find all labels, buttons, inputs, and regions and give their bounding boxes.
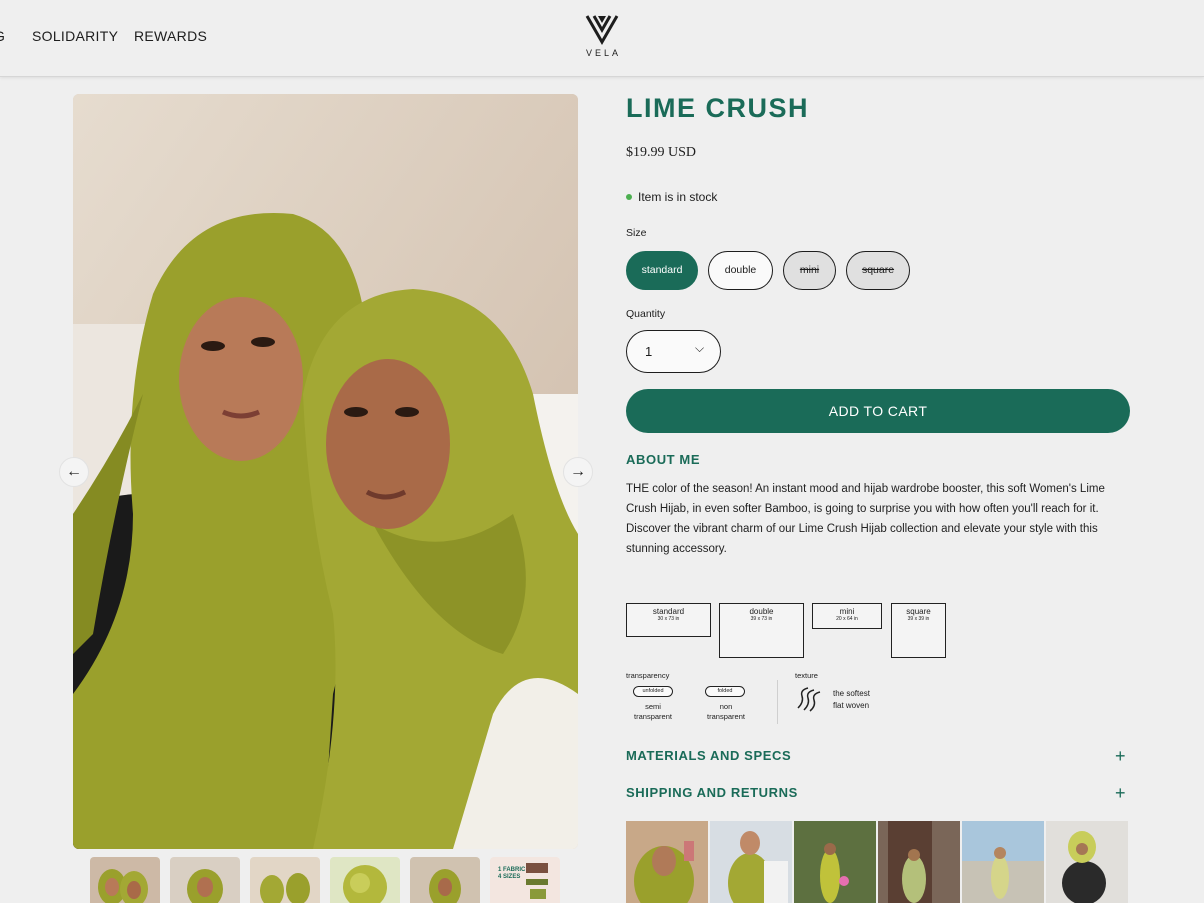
product-title: LIME CRUSH [626, 93, 809, 123]
in-stock-dot-icon [626, 193, 632, 200]
thumbnail-4[interactable] [330, 857, 400, 903]
gallery-next-button[interactable]: → [563, 457, 593, 487]
size-guide-dims: 39 x 73 in [750, 616, 773, 622]
quantity-select[interactable]: 1 ⌵ [626, 330, 721, 373]
texture-description: the softest flat woven [833, 689, 870, 710]
folded-pill: folded [705, 686, 745, 697]
semi-transparent-caption: semi transparent [634, 702, 672, 721]
thumbnail-3[interactable] [250, 857, 320, 903]
stock-text: Item is in stock [638, 190, 718, 204]
gallery-prev-button[interactable]: ← [59, 457, 89, 487]
size-guide-name: mini [839, 607, 855, 616]
thumbnail-2[interactable] [170, 857, 240, 903]
main-product-image[interactable] [73, 94, 578, 849]
thumbnail-6[interactable]: 1 FABRIC 4 SIZES [490, 857, 560, 903]
customer-photo-strip [626, 821, 1130, 903]
size-option-standard[interactable]: standard [626, 251, 698, 290]
texture-weave-icon [797, 687, 821, 712]
customer-photo-1[interactable] [626, 821, 708, 903]
quantity-label: Quantity [626, 308, 666, 320]
size-guide-double: double 39 x 73 in [719, 603, 804, 658]
logo-wordmark: VELA [585, 48, 621, 58]
chevron-down-icon: ⌵ [695, 341, 705, 355]
nav-link-rewards[interactable]: REWARDS [134, 28, 207, 44]
about-description: THE color of the season! An instant mood… [626, 483, 1105, 555]
size-option-square[interactable]: square [846, 251, 910, 290]
add-to-cart-button[interactable]: ADD TO CART [626, 389, 1130, 433]
stock-status: Item is in stock [626, 190, 717, 204]
accordion-materials-title[interactable]: MATERIALS AND SPECS [626, 748, 791, 763]
unfolded-pill: unfolded [633, 686, 673, 697]
size-option-mini[interactable]: mini [783, 251, 836, 290]
texture-label: texture [795, 671, 818, 680]
customer-photo-5[interactable] [962, 821, 1044, 903]
customer-photo-3[interactable] [794, 821, 876, 903]
size-guide-standard: standard 30 x 73 in [626, 603, 711, 637]
plus-icon[interactable]: + [1115, 746, 1126, 767]
customer-photo-2[interactable] [710, 821, 792, 903]
nav-link-solidarity[interactable]: SOLIDARITY [32, 28, 118, 44]
non-transparent-caption: non transparent [707, 702, 745, 721]
size-guide-dims: 20 x 64 in [836, 616, 858, 622]
product-price: $19.99 USD [626, 145, 697, 160]
thumbnail-5[interactable] [410, 857, 480, 903]
size-guide-square: square 39 x 39 in [891, 603, 946, 658]
customer-photo-6[interactable] [1046, 821, 1128, 903]
size-guide-dims: 30 x 73 in [657, 616, 680, 622]
thumbnail-1[interactable] [90, 857, 160, 903]
accordion-shipping-title[interactable]: SHIPPING AND RETURNS [626, 785, 798, 800]
size-label: Size [626, 227, 647, 239]
size-option-double[interactable]: double [708, 251, 773, 290]
vela-logo-icon [585, 15, 619, 46]
size-guide-name: square [906, 607, 931, 616]
customer-photo-4[interactable] [878, 821, 960, 903]
product-photo-illustration [73, 94, 578, 849]
size-guide-name: standard [652, 607, 685, 616]
attribute-divider [777, 680, 778, 724]
transparency-label: transparency [626, 671, 670, 680]
site-header: G SOLIDARITY REWARDS VELA [0, 0, 1204, 77]
size-guide-dims: 39 x 39 in [907, 616, 930, 622]
size-guide-name: double [749, 607, 774, 616]
size-guide-mini: mini 20 x 64 in [812, 603, 882, 629]
vela-logo[interactable]: VELA [579, 12, 625, 58]
quantity-value: 1 [645, 344, 653, 359]
about-heading: ABOUT ME [626, 452, 701, 467]
nav-link-partial[interactable]: G [0, 28, 5, 44]
plus-icon[interactable]: + [1115, 783, 1126, 804]
